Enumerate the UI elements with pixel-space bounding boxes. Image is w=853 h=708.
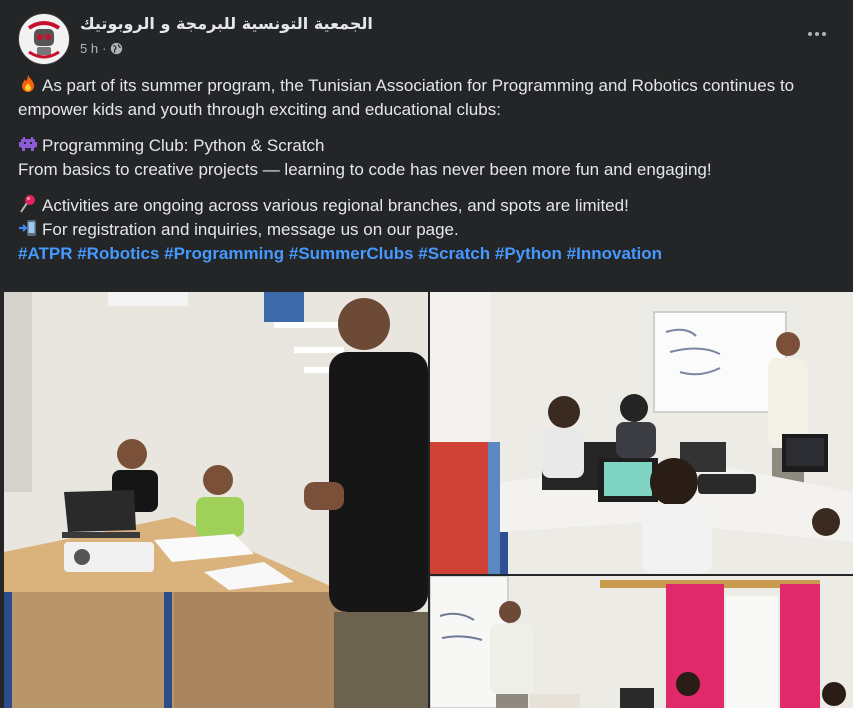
paragraph-club-desc: From basics to creative projects — learn… (18, 160, 712, 179)
hashtag-link[interactable]: #ATPR (18, 244, 72, 263)
page-name[interactable]: الجمعية التونسية للبرمجة و الروبوتيك (80, 14, 373, 33)
hashtag-link[interactable]: #Robotics (77, 244, 159, 263)
paragraph-registration: For registration and inquiries, message … (18, 218, 838, 242)
paragraph-intro: As part of its summer program, the Tunis… (18, 75, 795, 119)
paragraph-club-title: Programming Club: Python & Scratch (18, 134, 838, 158)
mobile-arrow-icon (19, 220, 36, 236)
photo-grid (0, 290, 853, 708)
robot-logo-icon (20, 15, 68, 63)
paragraph-activities: Activities are ongoing across various re… (18, 194, 838, 218)
post-text: As part of its summer program, the Tunis… (18, 74, 838, 266)
more-options-icon[interactable] (803, 24, 831, 44)
hashtags: #ATPR #Robotics #Programming #SummerClub… (18, 242, 838, 266)
post-meta: 5 h · (80, 41, 123, 56)
hashtag-link[interactable]: #Python (495, 244, 562, 263)
facebook-post: الجمعية التونسية للبرمجة و الروبوتيك 5 h… (0, 0, 853, 708)
page-avatar[interactable] (18, 13, 70, 65)
classroom-photo-2[interactable] (430, 292, 853, 574)
hashtag-link[interactable]: #Programming (164, 244, 284, 263)
classroom-photo-3[interactable] (430, 576, 853, 708)
hashtag-link[interactable]: #Scratch (418, 244, 490, 263)
classroom-photo-1[interactable] (4, 292, 428, 708)
globe-icon[interactable] (110, 42, 123, 55)
hashtag-link[interactable]: #SummerClubs (289, 244, 414, 263)
alien-monster-icon (19, 137, 37, 151)
fire-icon (22, 75, 34, 92)
hashtag-link[interactable]: #Innovation (567, 244, 662, 263)
post-time[interactable]: 5 h (80, 41, 98, 56)
round-pushpin-icon (20, 195, 35, 213)
